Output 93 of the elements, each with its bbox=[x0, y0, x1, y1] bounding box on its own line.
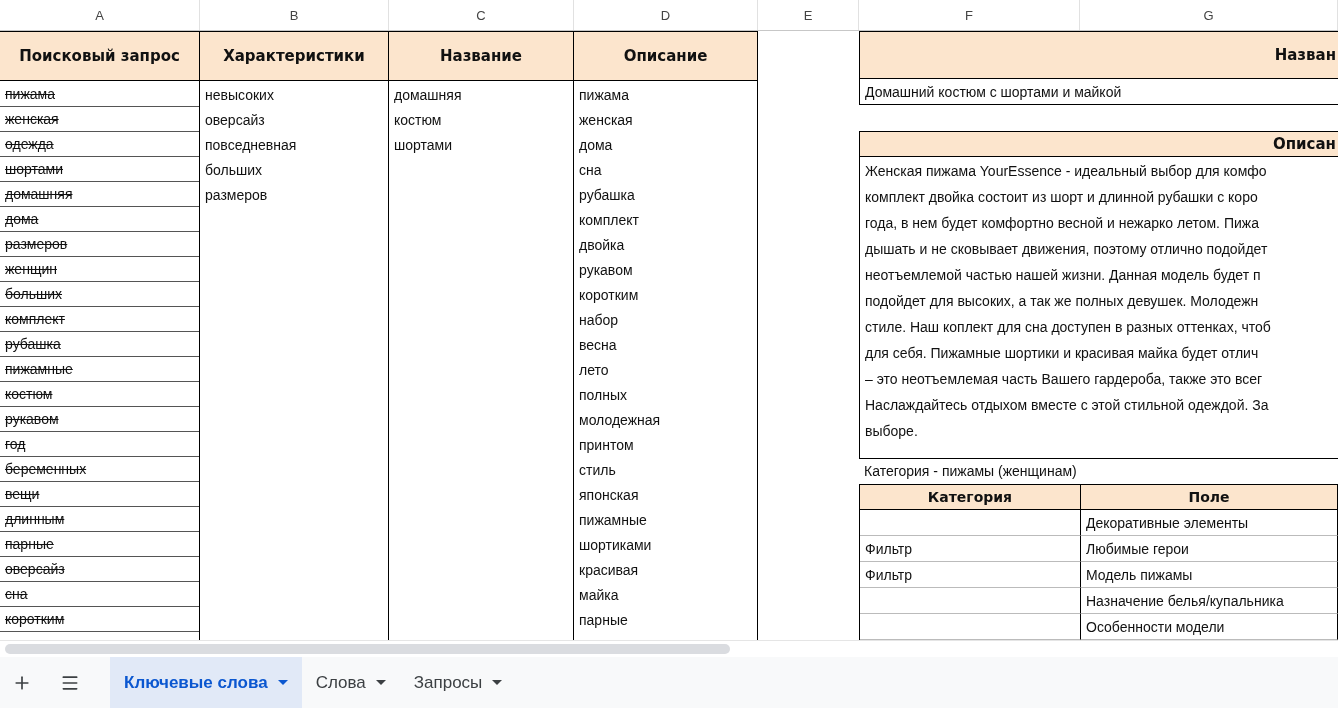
sheet-tab[interactable]: Запросы bbox=[399, 657, 517, 708]
table-cell-text: размеров bbox=[204, 185, 269, 205]
table-cell-text: лето bbox=[578, 360, 610, 380]
sheet-tab[interactable]: Ключевые слова bbox=[110, 657, 302, 708]
description-line: года, в нем будет комфортно весной и нежарко летом. Пижа bbox=[865, 213, 1260, 233]
table-cell: размеров bbox=[0, 232, 199, 257]
table-cell-text: рубашка bbox=[578, 185, 636, 205]
column-header[interactable]: G bbox=[1080, 0, 1338, 30]
table-cell: Любимые герои bbox=[1081, 536, 1338, 562]
table-cell-text: весна bbox=[578, 335, 618, 355]
column-header[interactable]: F bbox=[859, 0, 1080, 30]
table-cell-text: молодежная bbox=[578, 410, 662, 430]
table-cell: Назначение белья/купальника bbox=[1081, 588, 1338, 614]
table-cell-text: комплект bbox=[578, 210, 640, 230]
table-cell: больших bbox=[0, 282, 199, 307]
table-cell-text: женская bbox=[578, 110, 634, 130]
table-cell-text: больших bbox=[204, 160, 263, 180]
table-cell-text: полных bbox=[578, 385, 629, 405]
header-cell: Описан bbox=[859, 130, 1338, 156]
column-header[interactable]: E bbox=[758, 0, 859, 30]
description-line: стиле. Наш коплект для сна доступен в разных оттенках, чтоб bbox=[865, 317, 1272, 337]
table-cell-text: пижамные bbox=[578, 510, 648, 530]
table-cell: шортами bbox=[0, 157, 199, 182]
table-cell: год bbox=[0, 432, 199, 457]
description-line: – это неотъемлемая часть Вашего гардероба, также это всег bbox=[865, 369, 1264, 389]
table-cell: одежда bbox=[0, 132, 199, 157]
table-cell: пижама bbox=[0, 82, 199, 107]
description-line: Женская пижама YourEssence - идеальный выбор для комфо bbox=[865, 161, 1268, 181]
table-cell-text: шортами bbox=[393, 135, 453, 155]
table-cell: парные bbox=[0, 532, 199, 557]
table-cell: дома bbox=[0, 207, 199, 232]
column-header[interactable]: A bbox=[0, 0, 200, 30]
table-cell: Модель пижамы bbox=[1081, 562, 1338, 588]
table-cell-text: двойка bbox=[578, 235, 626, 255]
table-cell: беременных bbox=[0, 457, 199, 482]
description-line: Наслаждайтесь отдыхом вместе с этой стильной одеждой. За bbox=[865, 395, 1270, 415]
table-cell-text: пижама bbox=[578, 85, 630, 105]
table-cell-text: принтом bbox=[578, 435, 635, 455]
table-cell: женская bbox=[0, 107, 199, 132]
table-cell-text: набор bbox=[578, 310, 620, 330]
header-cell: Описание bbox=[574, 31, 757, 81]
description-line: для себя. Пижамные шортики и красивая майка будет отлич bbox=[865, 343, 1260, 363]
table-cell-text: оверсайз bbox=[204, 110, 266, 130]
table-cell: длинным bbox=[0, 507, 199, 532]
table-cell: женщин bbox=[0, 257, 199, 282]
table-cell: рубашка bbox=[0, 332, 199, 357]
table-cell-text: парные bbox=[578, 610, 629, 630]
caret-icon[interactable] bbox=[375, 680, 386, 685]
table-cell: коротким bbox=[0, 607, 199, 632]
table-cell-text: невысоких bbox=[204, 85, 275, 105]
table-cell-text: повседневная bbox=[204, 135, 298, 155]
description-line: дышать и не сковывает движения, поэтому отлично подойдет bbox=[865, 239, 1269, 259]
table-cell-text: красивая bbox=[578, 560, 640, 580]
description-line: подойдет для высоких, а так же полных девушек. Молодежн bbox=[865, 291, 1260, 311]
header-cell: Название bbox=[389, 31, 573, 81]
description-line: комплект двойка состоит из шорт и длинной рубашки с коро bbox=[865, 187, 1259, 207]
table-cell: Декоративные элементы bbox=[1081, 510, 1338, 536]
header-cell: Поле bbox=[1081, 485, 1338, 510]
table-cell-text: костюм bbox=[393, 110, 443, 130]
header-cell: Категория bbox=[860, 485, 1081, 510]
header-cell: Характеристики bbox=[200, 31, 388, 81]
table-cell-text: дома bbox=[578, 135, 614, 155]
table-cell: костюм bbox=[0, 382, 199, 407]
table-cell: вещи bbox=[0, 482, 199, 507]
scrollbar-thumb[interactable] bbox=[5, 644, 730, 654]
description-line: выборе. bbox=[865, 421, 919, 441]
table-cell-text: шортиками bbox=[578, 535, 653, 555]
table-cell: рукавом bbox=[0, 407, 199, 432]
sheet-tab[interactable]: Слова bbox=[301, 657, 400, 708]
column-header[interactable]: D bbox=[574, 0, 758, 30]
table-cell: домашняя bbox=[0, 182, 199, 207]
column-header[interactable]: C bbox=[389, 0, 574, 30]
table-cell-text: рукавом bbox=[578, 260, 634, 280]
header-cell: Поисковый запрос bbox=[0, 31, 199, 81]
table-cell: Фильтр bbox=[860, 562, 1081, 588]
table-cell: оверсайз bbox=[0, 557, 199, 582]
column-header[interactable]: B bbox=[200, 0, 389, 30]
table-cell: пижамные bbox=[0, 357, 199, 382]
caret-icon[interactable] bbox=[277, 680, 288, 685]
table-cell: Фильтр bbox=[860, 536, 1081, 562]
table-cell: сна bbox=[0, 582, 199, 607]
table-cell-text: домашняя bbox=[393, 85, 463, 105]
table-cell-text: майка bbox=[578, 585, 620, 605]
caret-icon[interactable] bbox=[492, 680, 503, 685]
category-caption: Категория - пижамы (женщинам) bbox=[863, 462, 1078, 482]
description-line: неотъемлемой частью нашей жизни. Данная модель будет п bbox=[865, 265, 1262, 285]
table-cell: комплект bbox=[0, 307, 199, 332]
header-cell: Назван bbox=[859, 31, 1338, 80]
table-cell-text: сна bbox=[578, 160, 603, 180]
table-cell-text: японская bbox=[578, 485, 640, 505]
table-cell-text: стиль bbox=[578, 460, 617, 480]
table-cell-text: коротким bbox=[578, 285, 640, 305]
table-cell: Домашний костюм с шортами и майкой bbox=[859, 79, 1338, 105]
